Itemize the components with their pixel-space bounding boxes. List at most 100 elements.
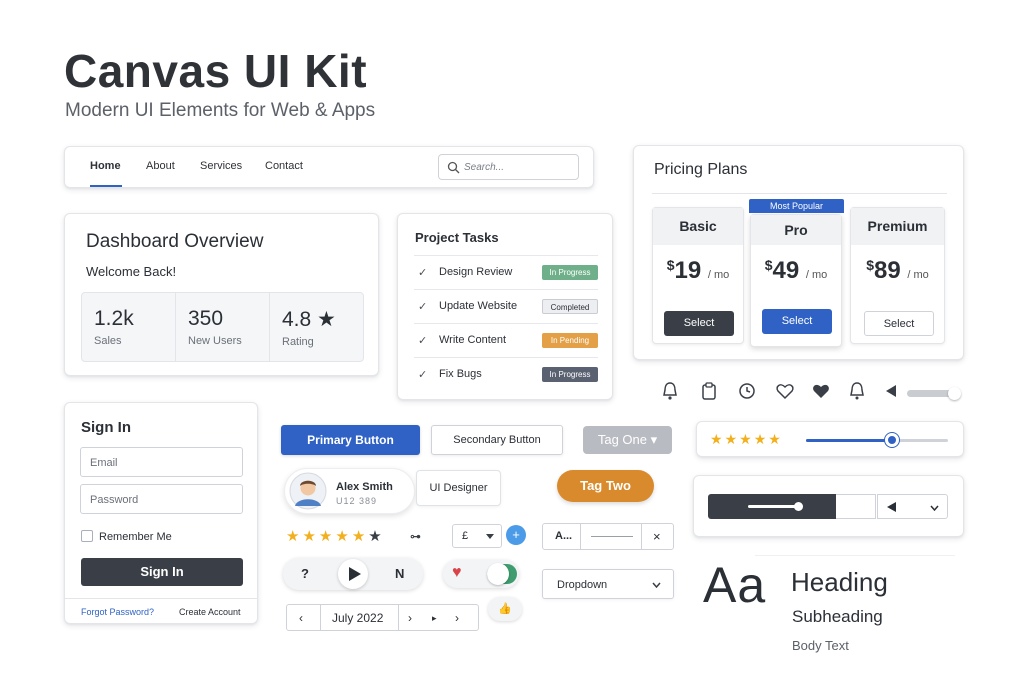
status-badge: In Progress — [542, 367, 598, 382]
help-icon[interactable]: ? — [301, 566, 309, 581]
task-row[interactable]: ✓ Update Website Completed — [414, 289, 598, 323]
plan-currency: $ — [764, 257, 773, 273]
next-small-icon[interactable]: ▸ — [432, 613, 437, 624]
currency-select[interactable]: £ — [452, 524, 502, 548]
select-premium-button[interactable]: Select — [864, 311, 934, 336]
role-chip[interactable]: UI Designer — [416, 470, 501, 506]
star-icon[interactable]: ★ — [286, 528, 302, 545]
check-icon[interactable]: ✓ — [418, 368, 427, 381]
create-account-link[interactable]: Create Account — [179, 607, 241, 617]
password-field[interactable]: Password — [80, 484, 243, 514]
link-icon[interactable]: ⊶ — [410, 530, 421, 543]
slider-fill — [806, 439, 891, 442]
star-icon[interactable]: ★ — [710, 431, 725, 447]
font-field[interactable]: A... × — [542, 523, 674, 550]
star-icon[interactable]: ★ — [335, 528, 351, 545]
password-placeholder: Password — [90, 494, 139, 506]
profile-name: Alex Smith — [336, 481, 393, 493]
date-picker[interactable]: ‹ July 2022 › ▸ › — [286, 604, 479, 631]
heart-filled-icon: ♥ — [452, 564, 462, 581]
close-icon[interactable]: × — [653, 529, 661, 544]
media-select[interactable] — [877, 494, 948, 519]
heart-filled-icon[interactable] — [811, 381, 831, 401]
typography-heading: Heading — [791, 567, 888, 597]
typography-body: Body Text — [792, 638, 849, 653]
task-row[interactable]: ✓ Fix Bugs In Progress — [414, 357, 598, 391]
stat-value: 1.2k — [94, 307, 134, 330]
plan-basic: Basic $19 / mo Select — [652, 207, 744, 344]
plan-name: Premium — [851, 208, 944, 245]
star-icon[interactable]: ★ — [739, 431, 754, 447]
bell-outline-icon[interactable] — [661, 381, 679, 401]
plan-period: / mo — [707, 269, 730, 281]
tag-two[interactable]: Tag Two — [557, 470, 654, 502]
star-icon[interactable]: ★ — [352, 528, 368, 545]
bell-icon[interactable] — [848, 381, 866, 401]
chevron-down-icon — [486, 534, 494, 539]
check-icon[interactable]: ✓ — [418, 334, 427, 347]
star-icon[interactable]: ★ — [319, 528, 335, 545]
nav-home[interactable]: Home — [90, 160, 121, 172]
prev-month-icon[interactable]: ‹ — [299, 611, 303, 625]
clock-icon[interactable] — [738, 381, 756, 401]
play-icon — [349, 567, 361, 581]
progress-knob[interactable] — [794, 502, 803, 511]
slider-knob[interactable] — [885, 433, 899, 447]
nav-about[interactable]: About — [146, 160, 175, 172]
forgot-password-link[interactable]: Forgot Password? — [81, 607, 154, 617]
stat-label: New Users — [188, 335, 242, 347]
task-row[interactable]: ✓ Write Content In Pending — [414, 323, 598, 357]
star-icon[interactable]: ★ — [368, 528, 384, 545]
stats-panel: 1.2k Sales 350 New Users 4.8 ★ Rating — [81, 292, 364, 362]
email-field[interactable]: Email — [80, 447, 243, 477]
star-icon[interactable]: ★ — [302, 528, 318, 545]
divider — [65, 598, 257, 599]
play-button[interactable] — [338, 559, 368, 589]
signin-button[interactable]: Sign In — [81, 558, 243, 586]
plan-currency: $ — [866, 257, 874, 273]
search-input[interactable]: Search... — [438, 154, 579, 180]
star-rating[interactable]: ★★★★★★ — [286, 527, 385, 545]
star-rating[interactable]: ★★★★★ — [710, 431, 783, 448]
check-icon[interactable]: ✓ — [418, 300, 427, 313]
remember-checkbox[interactable] — [81, 530, 93, 542]
profile-chip[interactable]: Alex Smith U12 389 — [284, 468, 415, 514]
stat-label: Rating — [282, 336, 314, 348]
heart-outline-icon[interactable] — [775, 381, 795, 401]
plan-premium: Premium $89 / mo Select — [850, 207, 945, 344]
page-subtitle: Modern UI Elements for Web & Apps — [65, 100, 376, 121]
star-icon[interactable]: ★ — [725, 431, 740, 447]
mini-slider-knob[interactable] — [948, 387, 961, 400]
primary-button[interactable]: Primary Button — [281, 425, 420, 455]
task-row[interactable]: ✓ Design Review In Progress — [414, 255, 598, 289]
chevron-down-icon — [652, 582, 661, 588]
clipboard-icon[interactable] — [700, 381, 718, 401]
select-pro-button[interactable]: Select — [762, 309, 832, 334]
toggle-knob[interactable] — [487, 563, 509, 585]
profile-detail: U12 389 — [336, 496, 378, 506]
star-icon[interactable]: ★ — [754, 431, 769, 447]
divider — [652, 193, 947, 194]
play-back-icon[interactable] — [883, 381, 899, 401]
remember-me[interactable]: Remember Me — [81, 530, 172, 543]
progress-bar[interactable] — [708, 494, 836, 519]
remember-label: Remember Me — [99, 531, 172, 543]
star-icon[interactable]: ★ — [768, 431, 783, 447]
next-month-icon[interactable]: › — [408, 611, 412, 625]
next-year-icon[interactable]: › — [455, 611, 459, 625]
typography-sample: Aa — [703, 557, 767, 613]
next-icon[interactable]: N — [395, 566, 404, 581]
select-basic-button[interactable]: Select — [664, 311, 734, 336]
media-control-card — [693, 475, 964, 537]
like-toggle[interactable]: ♥ — [443, 560, 519, 588]
check-icon[interactable]: ✓ — [418, 266, 427, 279]
navbar: Home About Services Contact Search... — [64, 146, 594, 188]
dropdown[interactable]: Dropdown — [542, 569, 674, 599]
thumbs-up-button[interactable]: 👍 — [488, 597, 522, 621]
nav-contact[interactable]: Contact — [265, 160, 303, 172]
nav-services[interactable]: Services — [200, 160, 242, 172]
secondary-button[interactable]: Secondary Button — [431, 425, 563, 455]
tag-one[interactable]: Tag One ▾ — [583, 426, 672, 454]
add-button[interactable]: + — [506, 525, 526, 545]
plan-amount: 89 — [874, 257, 901, 284]
